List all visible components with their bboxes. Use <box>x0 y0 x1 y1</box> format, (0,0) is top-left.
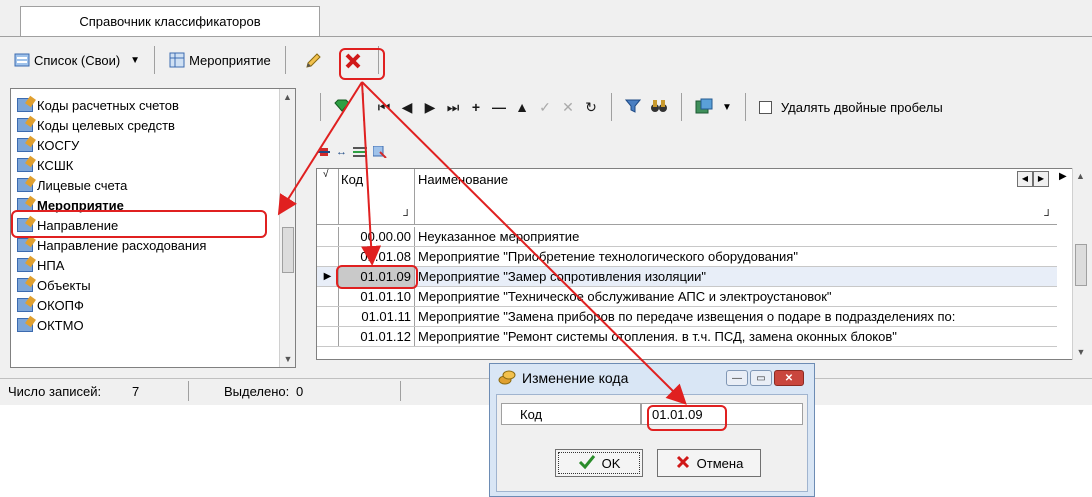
annotation-arrows <box>277 81 687 405</box>
